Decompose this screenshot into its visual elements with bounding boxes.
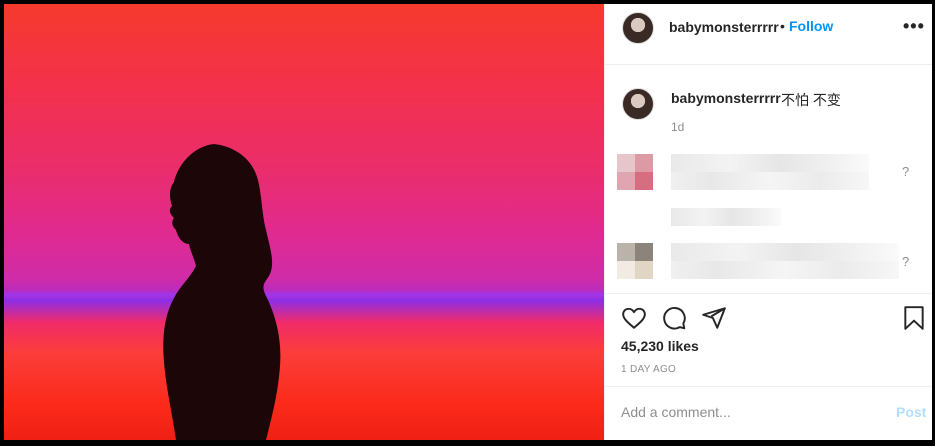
caption-username-link[interactable]: babymonsterrrrr: [671, 90, 781, 106]
caption-timestamp[interactable]: 1d: [671, 120, 684, 134]
action-bar: [605, 293, 932, 342]
comment-text-blurred: [671, 154, 869, 172]
comment-avatar[interactable]: [617, 154, 653, 190]
woman-silhouette: [163, 144, 281, 440]
comment-text-blurred: [671, 261, 899, 279]
paper-plane-icon[interactable]: [701, 305, 727, 331]
comment-text-blurred: [671, 243, 899, 261]
caption-text: 不怕 不变: [781, 92, 841, 108]
likes-count[interactable]: 45,230 likes: [621, 338, 699, 354]
comment-text-blurred: [671, 172, 869, 190]
post-comment-button[interactable]: Post: [896, 404, 926, 420]
bookmark-icon[interactable]: [901, 305, 927, 331]
post-side-panel: babymonsterrrrr • Follow ••• babymonster…: [604, 4, 932, 440]
post-date[interactable]: 1 DAY AGO: [621, 364, 676, 375]
separator-dot: •: [780, 18, 785, 34]
profile-avatar[interactable]: [622, 12, 654, 44]
comment-meta-blurred: [671, 208, 781, 226]
header-username-link[interactable]: babymonsterrrrr: [669, 19, 779, 35]
post-photo: [4, 4, 604, 440]
heart-icon[interactable]: [621, 305, 647, 331]
comment-reply-indicator[interactable]: ?: [902, 254, 909, 269]
caption-avatar[interactable]: [622, 88, 654, 120]
follow-button[interactable]: Follow: [789, 18, 833, 34]
more-options-icon[interactable]: •••: [903, 17, 925, 35]
instagram-post-modal: babymonsterrrrr • Follow ••• babymonster…: [0, 0, 935, 446]
comment-reply-indicator[interactable]: ?: [902, 164, 909, 179]
comment-bubble-icon[interactable]: [661, 305, 687, 331]
comment-avatar[interactable]: [617, 243, 653, 279]
post-header: babymonsterrrrr • Follow •••: [605, 4, 932, 65]
comment-input[interactable]: Add a comment...: [621, 404, 871, 420]
